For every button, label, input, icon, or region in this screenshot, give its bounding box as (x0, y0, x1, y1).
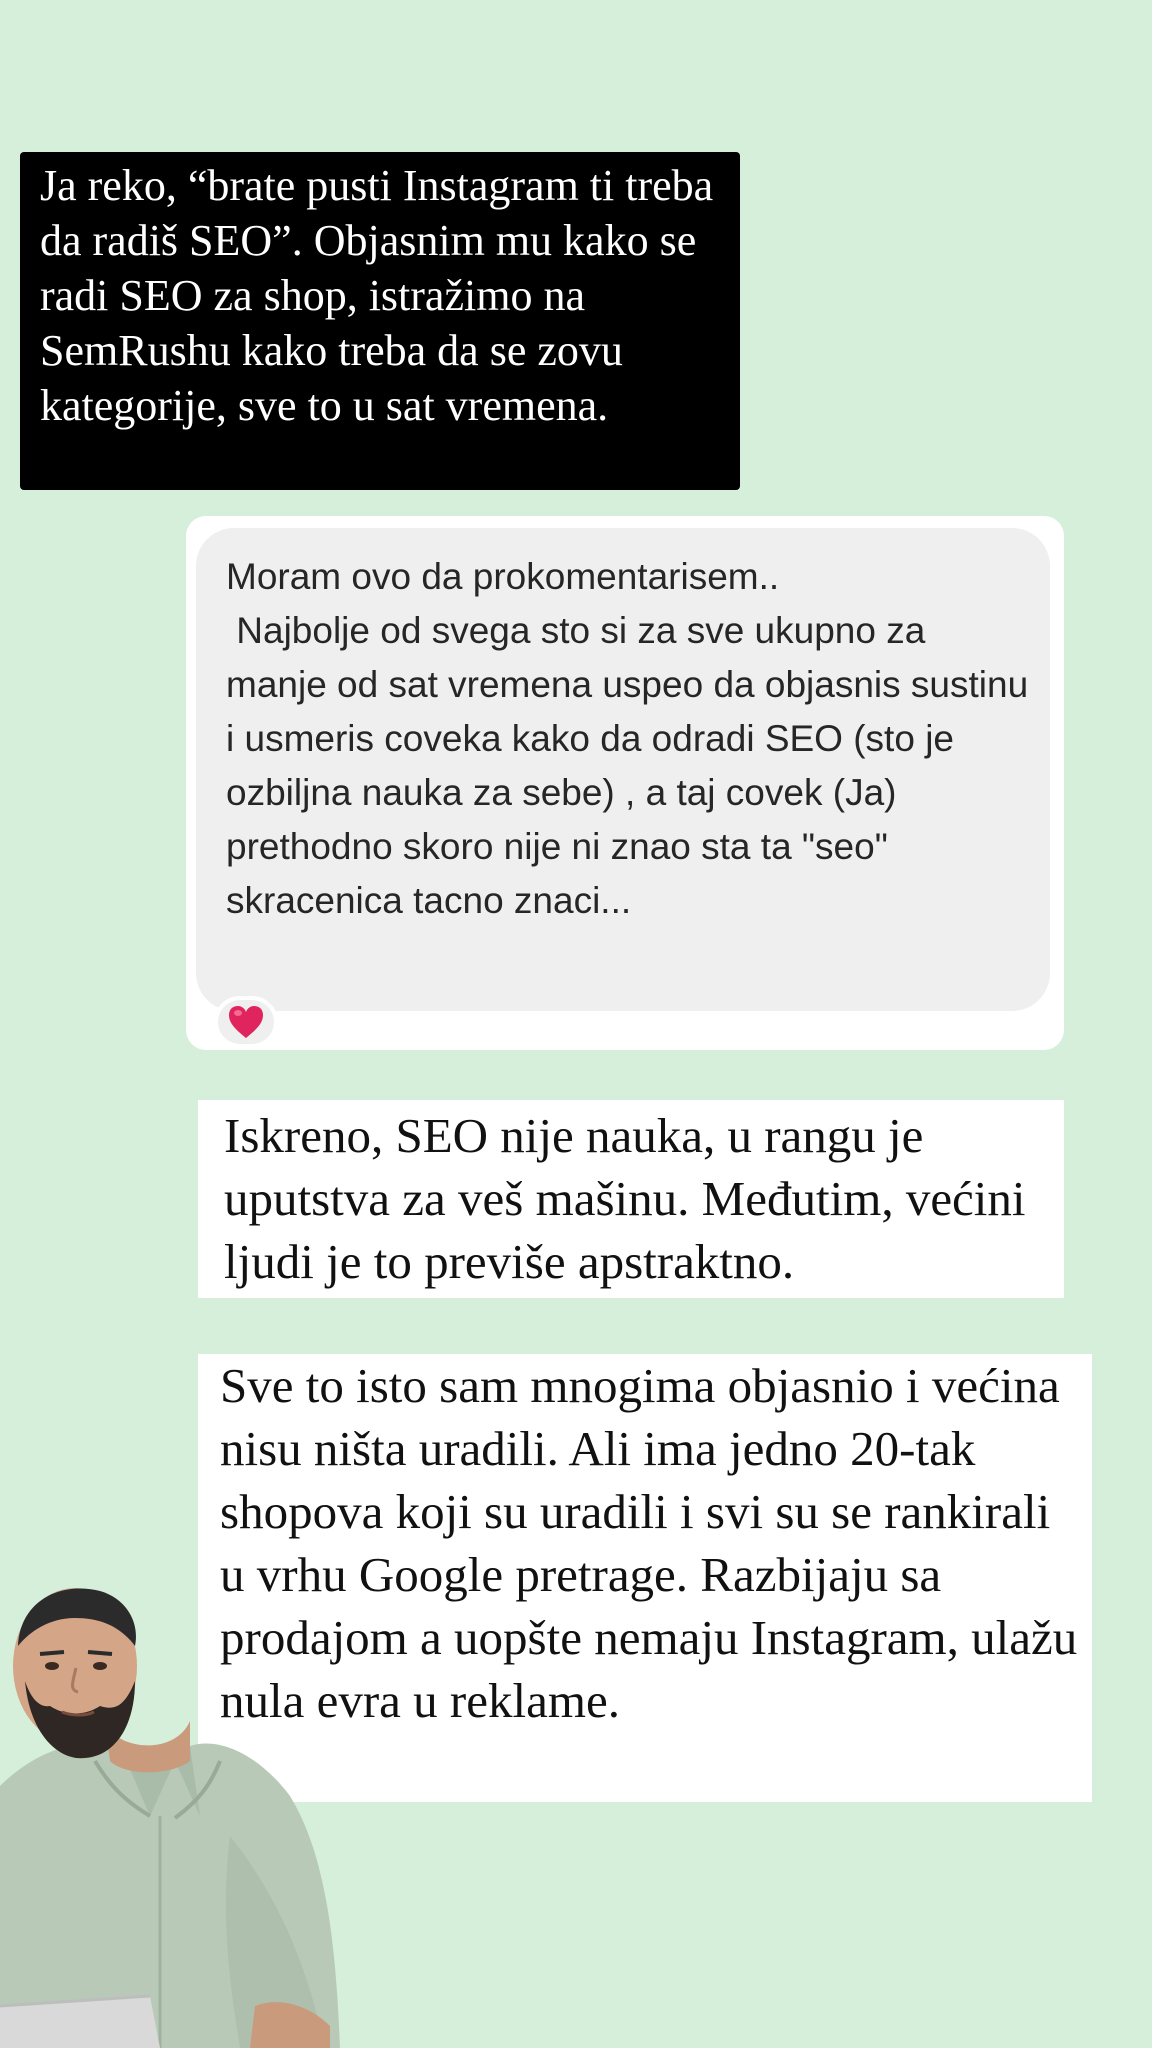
person-photo (0, 1586, 350, 2048)
heart-icon (229, 1006, 263, 1038)
chat-message-bubble: Moram ovo da prokomentarisem.. Najbolje … (196, 528, 1050, 1011)
reply-text-card-1: Iskreno, SEO nije nauka, u rangu je uput… (198, 1100, 1064, 1298)
heart-reaction[interactable] (214, 996, 278, 1048)
quoted-text-card: Ja reko, “brate pusti Instagram ti treba… (20, 152, 740, 490)
